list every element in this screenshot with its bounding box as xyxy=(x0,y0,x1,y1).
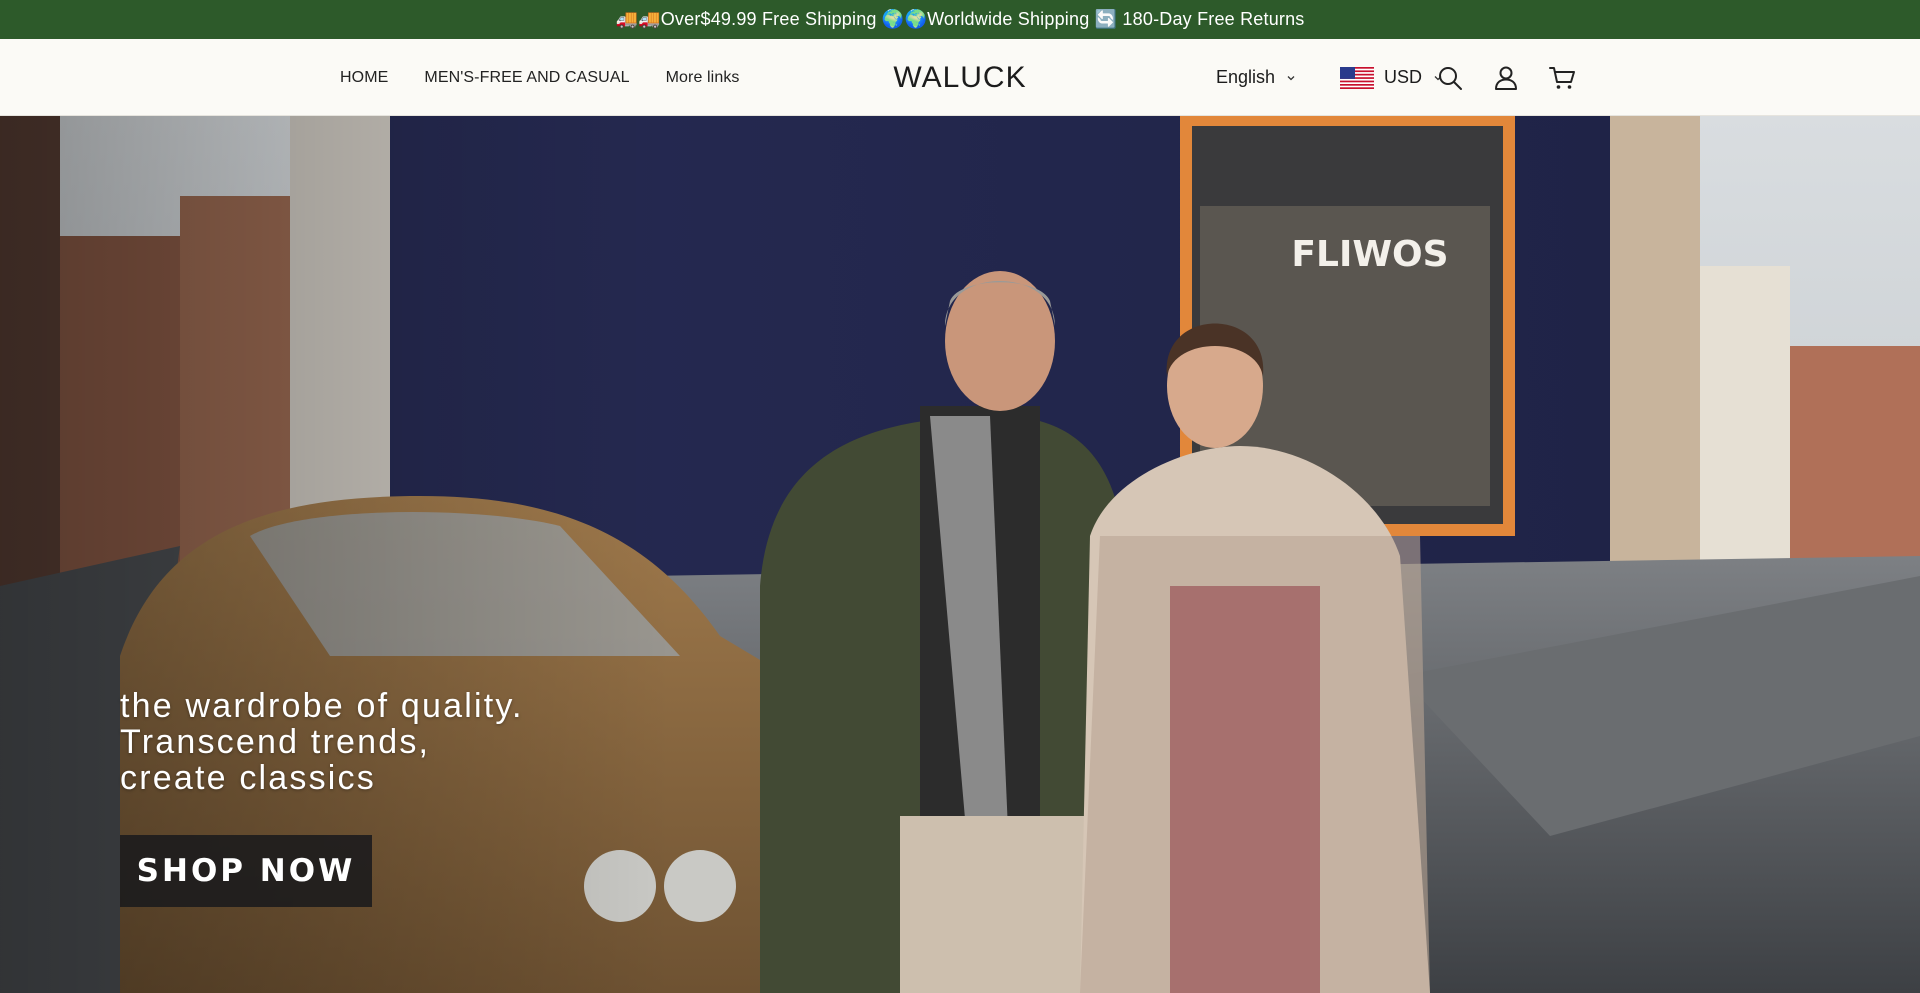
currency-label: USD xyxy=(1384,67,1423,87)
nav-item-mens-free-and-casual[interactable]: MEN'S-FREE AND CASUAL xyxy=(424,69,629,87)
language-selector[interactable]: English xyxy=(1216,39,1297,116)
hero-line: Transcend trends, xyxy=(120,723,431,761)
main-nav: HOME MEN'S-FREE AND CASUAL More links xyxy=(340,39,740,116)
logo-wrapper: WALUCK xyxy=(0,39,1920,116)
account-icon[interactable] xyxy=(1492,64,1520,92)
hero-line: create classics xyxy=(120,759,376,797)
nav-item-home[interactable]: HOME xyxy=(340,69,388,87)
announcement-bar: 🚚🚚Over$49.99 Free Shipping 🌍🌍Worldwide S… xyxy=(0,0,1920,39)
announcement-text: 🚚🚚Over$49.99 Free Shipping 🌍🌍Worldwide S… xyxy=(615,9,1305,29)
language-label: English xyxy=(1216,67,1276,87)
search-icon[interactable] xyxy=(1436,64,1464,92)
cart-icon[interactable] xyxy=(1548,64,1576,92)
hero-headline: the wardrobe of quality. Transcend trend… xyxy=(120,688,524,796)
currency-selector[interactable]: USD xyxy=(1340,39,1444,116)
hero-line: the wardrobe of quality. xyxy=(120,687,524,725)
shop-now-button[interactable]: SHOP NOW xyxy=(120,835,372,907)
us-flag-icon xyxy=(1340,66,1374,89)
hero-banner: FLIWOS the wardrobe of quality. Transcen… xyxy=(0,116,1920,993)
nav-item-more-links[interactable]: More links xyxy=(666,69,740,87)
header-icons xyxy=(1436,39,1576,116)
chevron-down-icon xyxy=(1285,72,1297,84)
site-logo[interactable]: WALUCK xyxy=(893,61,1026,95)
site-header: HOME MEN'S-FREE AND CASUAL More links WA… xyxy=(0,39,1920,116)
